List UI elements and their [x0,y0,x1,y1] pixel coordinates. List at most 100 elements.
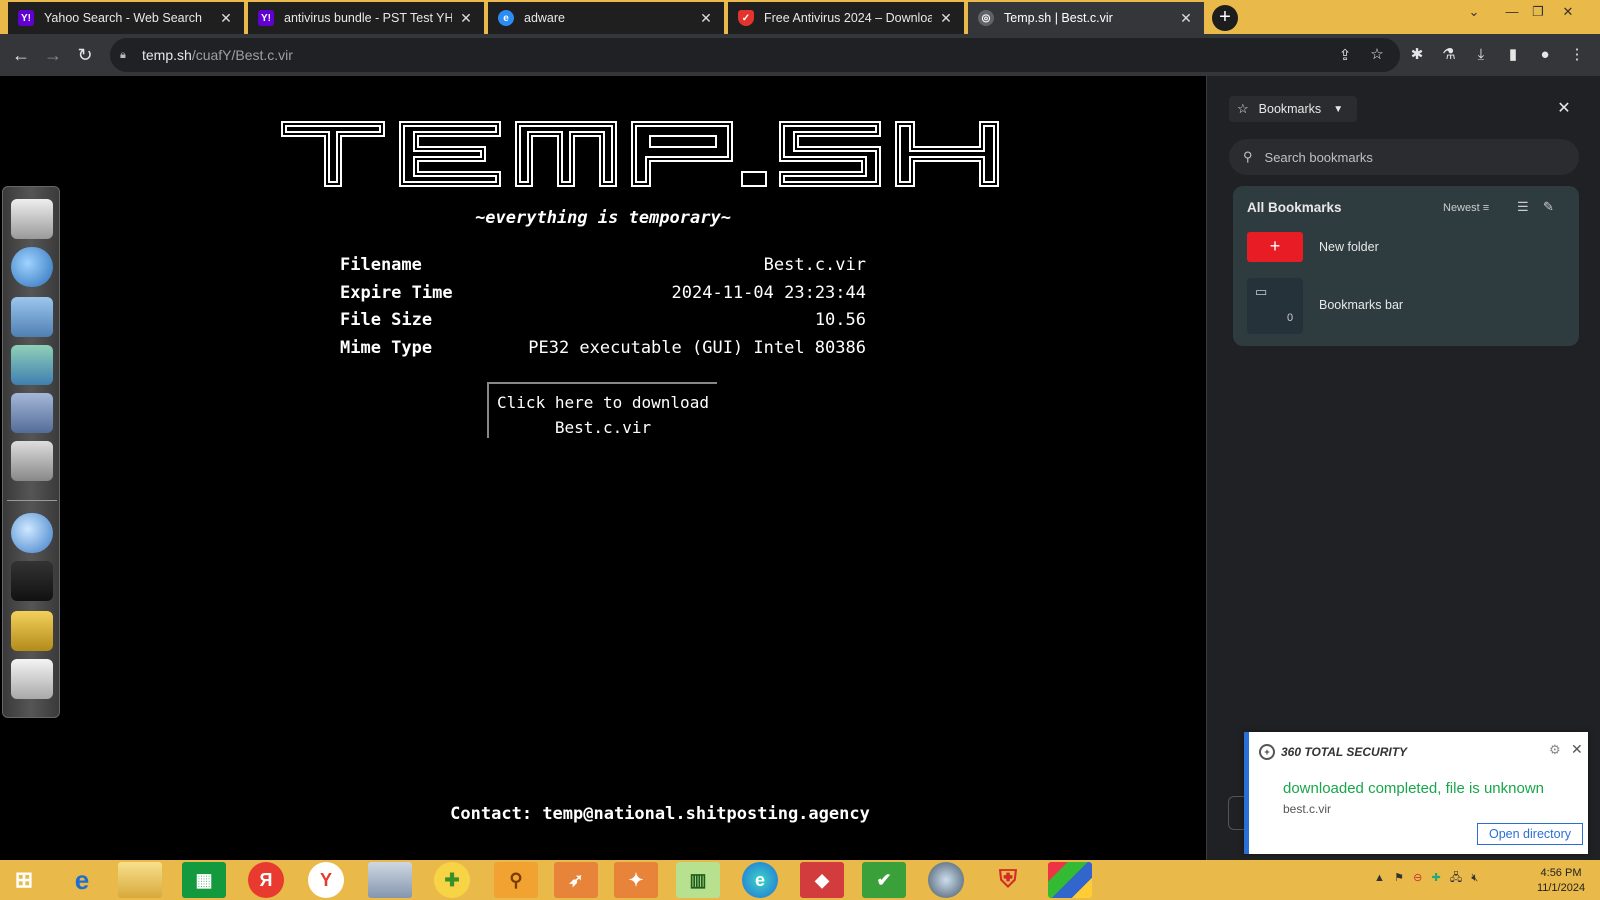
edge-search-icon: e [498,10,514,26]
document-icon[interactable] [11,199,53,239]
menu-kebab-icon[interactable]: ⋮ [1566,44,1588,66]
tab-yahoo-search[interactable]: Y! Yahoo Search - Web Search ✕ [8,2,244,34]
tab-adware[interactable]: e adware ✕ [488,2,724,34]
close-tab-icon[interactable]: ✕ [218,10,234,27]
star-icon: ☆ [1237,101,1249,116]
search-tool-icon[interactable]: ⚲ [494,862,538,898]
close-tab-icon[interactable]: ✕ [698,10,714,27]
bookmarks-bar-folder[interactable]: ▭ 0 [1247,278,1303,334]
taskbar-clock[interactable]: 4:56 PM 11/1/2024 [1526,866,1596,896]
temp-sh-logo [281,121,999,187]
downloads-icon[interactable]: ⤓ [1470,44,1492,66]
globe-app-icon[interactable] [928,862,964,898]
cube-app-icon[interactable]: ◆ [800,862,844,898]
globe-icon: ◎ [978,10,994,26]
download-button[interactable]: Click here to download Best.c.vir [487,382,717,438]
rocket-icon[interactable]: ➶ [554,862,598,898]
profile-avatar-icon[interactable]: ● [1534,44,1556,66]
user-icon[interactable] [11,561,53,601]
internet-explorer-icon[interactable]: e [60,862,104,898]
app-icon[interactable]: ✦ [614,862,658,898]
bookmark-search[interactable]: ⚲ [1229,139,1579,175]
tab-temp-sh[interactable]: ◎ Temp.sh | Best.c.vir ✕ [968,2,1204,34]
yahoo-icon: Y! [18,10,34,26]
contact-line: Contact: temp@national.shitposting.agenc… [450,804,870,824]
page-content: ~everything is temporary~ Filename Best.… [0,76,1206,860]
colorful-app-icon[interactable] [1048,862,1092,898]
edit-icon[interactable]: ✎ [1543,199,1554,215]
folder-icon[interactable] [11,345,53,385]
forward-button[interactable]: → [40,42,66,68]
file-explorer-icon[interactable] [118,862,162,898]
plus-app-icon[interactable]: ✚ [434,862,470,898]
media-app-icon[interactable] [368,862,412,898]
360-tray-icon[interactable]: ✚ [1432,872,1441,884]
search-icon: ⚲ [1243,149,1253,164]
sort-dropdown[interactable]: Newest ≡ [1443,202,1489,214]
notification-brand: + 360 TOTAL SECURITY [1259,744,1407,760]
recycle-bin-icon[interactable] [11,659,53,699]
close-window-button[interactable]: ✕ [1556,2,1580,22]
bookmarks-bar-label[interactable]: Bookmarks bar [1319,298,1403,312]
info-row-mime-type: Mime Type PE32 executable (GUI) Intel 80… [340,337,866,358]
close-side-panel-button[interactable]: ✕ [1551,96,1577,122]
tray-expand-icon[interactable]: ▲ [1374,872,1385,884]
open-directory-button[interactable]: Open directory [1477,823,1583,845]
close-icon[interactable]: ✕ [1571,741,1583,758]
address-url: temp.sh/cuafY/Best.c.vir [142,47,293,63]
security-shield-icon[interactable]: ✔ [862,862,906,898]
store-icon[interactable]: ▦ [182,862,226,898]
contact-email-link[interactable]: temp@national.shitposting.agency [542,804,870,824]
task-manager-icon[interactable]: ▥ [676,862,720,898]
reload-button[interactable]: ↻ [72,42,98,68]
network-icon[interactable]: 🖧︎ [1450,872,1462,884]
folder-icon[interactable] [11,297,53,337]
close-tab-icon[interactable]: ✕ [938,10,954,27]
hammer-icon[interactable] [11,611,53,651]
notification-filename: best.c.vir [1283,802,1332,816]
list-view-icon[interactable]: ☰ [1517,199,1529,215]
side-panel-selector[interactable]: ☆ Bookmarks ▼ [1229,96,1357,122]
close-tab-icon[interactable]: ✕ [1178,10,1194,27]
tab-search-chevron-icon[interactable]: ⌄ [1462,2,1486,22]
file-info-table: Filename Best.c.vir Expire Time 2024-11-… [340,252,866,362]
tab-free-antivirus[interactable]: ✓ Free Antivirus 2024 – Download ✕ [728,2,964,34]
network-globe-icon[interactable] [11,513,53,553]
address-bar[interactable]: 🔒︎ temp.sh/cuafY/Best.c.vir [110,38,1400,72]
restore-button[interactable]: ❐ [1526,2,1550,22]
taskbar: ⊞ e ▦ Я Y ✚ ⚲ ➶ ✦ ▥ e ◆ ✔ ⛨ [0,860,1600,900]
new-folder-label[interactable]: New folder [1319,240,1379,254]
share-icon[interactable]: ⇪ [1334,45,1356,67]
yandex-icon[interactable]: Я [248,862,284,898]
bookmark-search-input[interactable] [1264,149,1545,165]
shield-icon: ✓ [738,10,754,26]
edge-icon[interactable]: e [742,862,778,898]
antivirus-shield-icon[interactable]: ⛨ [986,862,1030,898]
flag-icon[interactable]: ⚑ [1394,872,1404,884]
side-panel-icon[interactable]: ▮ [1502,44,1524,66]
lock-icon[interactable]: 🔒︎ [120,49,132,62]
yandex-browser-icon[interactable]: Y [308,862,344,898]
info-row-filename: Filename Best.c.vir [340,255,866,275]
new-folder-button[interactable]: + [1247,232,1303,262]
volume-muted-icon[interactable]: 🔇︎ [1471,872,1478,884]
new-tab-button[interactable]: + [1212,5,1238,31]
tools-icon[interactable] [11,441,53,481]
stop-icon[interactable]: ⊖ [1413,872,1422,884]
tab-antivirus-bundle[interactable]: Y! antivirus bundle - PST Test YHS ✕ [248,2,484,34]
start-windows-icon[interactable]: ⊞ [2,862,46,898]
labs-flask-icon[interactable]: ⚗ [1438,44,1460,66]
globe-icon[interactable] [11,247,53,287]
tagline: ~everything is temporary~ [475,208,731,228]
extensions-icon[interactable]: ✱ [1406,44,1428,66]
browser-toolbar: ← → ↻ 🔒︎ temp.sh/cuafY/Best.c.vir ⇪ ☆ ✱ … [0,34,1600,76]
bookmark-star-icon[interactable]: ☆ [1366,44,1388,66]
image-folder-icon[interactable] [11,393,53,433]
info-row-file-size: File Size 10.56 [340,310,866,330]
back-button[interactable]: ← [8,42,34,68]
desktop-dock [2,186,60,718]
minimize-button[interactable]: — [1500,2,1524,22]
gear-icon[interactable]: ⚙ [1549,742,1561,758]
close-tab-icon[interactable]: ✕ [458,10,474,27]
system-tray[interactable]: ▲ ⚑ ⊖ ✚ 🖧︎ 🔇︎ [1374,869,1478,888]
